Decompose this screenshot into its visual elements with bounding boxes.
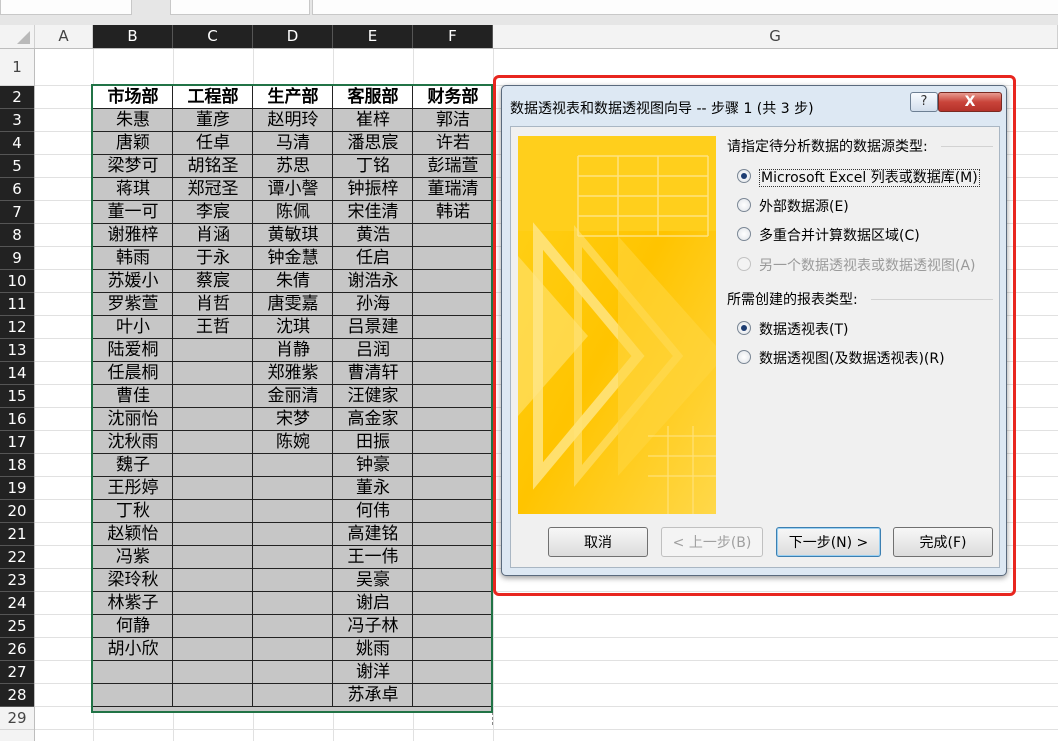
radio-label: 外部数据源(E)	[759, 199, 849, 215]
radio-label: Microsoft Excel 列表或数据库(M)	[759, 169, 980, 187]
column-header-g[interactable]: G	[493, 25, 1058, 48]
close-button[interactable]: X	[938, 92, 1002, 112]
row-header-28[interactable]: 28	[0, 684, 34, 707]
column-header-bar: A B C D E F G	[0, 25, 1058, 49]
radio-multiple-ranges[interactable]: 多重合并计算数据区域(C)	[737, 225, 920, 245]
row-header-16[interactable]: 16	[0, 408, 34, 431]
row-header-17[interactable]: 17	[0, 431, 34, 454]
row-header-15[interactable]: 15	[0, 385, 34, 408]
row-header-21[interactable]: 21	[0, 523, 34, 546]
radio-label: 多重合并计算数据区域(C)	[759, 228, 920, 244]
radio-indicator	[737, 350, 751, 364]
row-header-6[interactable]: 6	[0, 178, 34, 201]
row-header-29[interactable]: 29	[0, 707, 34, 730]
radio-indicator	[737, 198, 751, 212]
formula-bar-area	[0, 0, 1058, 25]
row-header-8[interactable]: 8	[0, 224, 34, 247]
row-header-25[interactable]: 25	[0, 615, 34, 638]
radio-label: 另一个数据透视表或数据透视图(A)	[759, 258, 976, 274]
row-header-26[interactable]: 26	[0, 638, 34, 661]
row-header-2[interactable]: 2	[0, 86, 34, 109]
row-header-4[interactable]: 4	[0, 132, 34, 155]
row-header-23[interactable]: 23	[0, 569, 34, 592]
formula-bar-buttons[interactable]	[170, 0, 310, 15]
section-divider	[941, 146, 993, 147]
row-header-19[interactable]: 19	[0, 477, 34, 500]
radio-another-pivot: 另一个数据透视表或数据透视图(A)	[737, 255, 976, 275]
row-header-5[interactable]: 5	[0, 155, 34, 178]
row-header-14[interactable]: 14	[0, 362, 34, 385]
column-header-f[interactable]: F	[413, 25, 493, 48]
dialog-title: 数据透视表和数据透视图向导 -- 步骤 1 (共 3 步)	[510, 101, 814, 117]
help-button[interactable]: ?	[910, 92, 938, 112]
radio-external-source[interactable]: 外部数据源(E)	[737, 196, 849, 216]
pivot-wizard-dialog: 数据透视表和数据透视图向导 -- 步骤 1 (共 3 步) ? X 请指定待分析…	[501, 85, 1007, 576]
cancel-button[interactable]: 取消	[548, 527, 648, 557]
dialog-body: 请指定待分析数据的数据源类型: Microsoft Excel 列表或数据库(M…	[510, 126, 1000, 568]
radio-label: 数据透视表(T)	[759, 322, 849, 338]
row-header-24[interactable]: 24	[0, 592, 34, 615]
grid-line	[35, 729, 1058, 730]
row-header-27[interactable]: 27	[0, 661, 34, 684]
radio-indicator	[737, 169, 751, 183]
radio-label: 数据透视图(及数据透视表)(R)	[759, 351, 945, 367]
next-button[interactable]: 下一步(N) >	[776, 527, 881, 557]
column-header-c[interactable]: C	[173, 25, 253, 48]
formula-input[interactable]	[312, 0, 1058, 15]
column-header-a[interactable]: A	[35, 25, 93, 48]
row-header-1[interactable]: 1	[0, 49, 34, 86]
radio-pivot-chart[interactable]: 数据透视图(及数据透视表)(R)	[737, 348, 945, 368]
radio-excel-list[interactable]: Microsoft Excel 列表或数据库(M)	[737, 167, 980, 187]
section-divider	[871, 299, 993, 300]
wizard-banner-image	[518, 136, 716, 514]
radio-pivot-table[interactable]: 数据透视表(T)	[737, 319, 848, 339]
row-header-11[interactable]: 11	[0, 293, 34, 316]
select-all-corner[interactable]	[0, 25, 35, 48]
row-header-12[interactable]: 12	[0, 316, 34, 339]
row-header-20[interactable]: 20	[0, 500, 34, 523]
row-header-10[interactable]: 10	[0, 270, 34, 293]
row-header-9[interactable]: 9	[0, 247, 34, 270]
column-header-e[interactable]: E	[333, 25, 413, 48]
row-header-18[interactable]: 18	[0, 454, 34, 477]
row-header-22[interactable]: 22	[0, 546, 34, 569]
row-header-3[interactable]: 3	[0, 109, 34, 132]
row-header-13[interactable]: 13	[0, 339, 34, 362]
report-type-section-label: 所需创建的报表类型:	[727, 292, 858, 308]
name-box[interactable]	[0, 0, 132, 15]
row-header-bar: 1 2 3 4 5 6 7 8 9 10 11 12 13 14 15 16 17 18 19 20 21 22 23 24 2…	[0, 49, 35, 741]
selection-border	[91, 84, 493, 713]
column-header-b[interactable]: B	[93, 25, 173, 48]
radio-indicator	[737, 257, 751, 271]
column-header-d[interactable]: D	[253, 25, 333, 48]
radio-indicator	[737, 227, 751, 241]
back-button[interactable]: < 上一步(B)	[661, 527, 763, 557]
finish-button[interactable]: 完成(F)	[893, 527, 993, 557]
radio-indicator	[737, 321, 751, 335]
row-header-7[interactable]: 7	[0, 201, 34, 224]
source-section-label: 请指定待分析数据的数据源类型:	[727, 139, 928, 155]
